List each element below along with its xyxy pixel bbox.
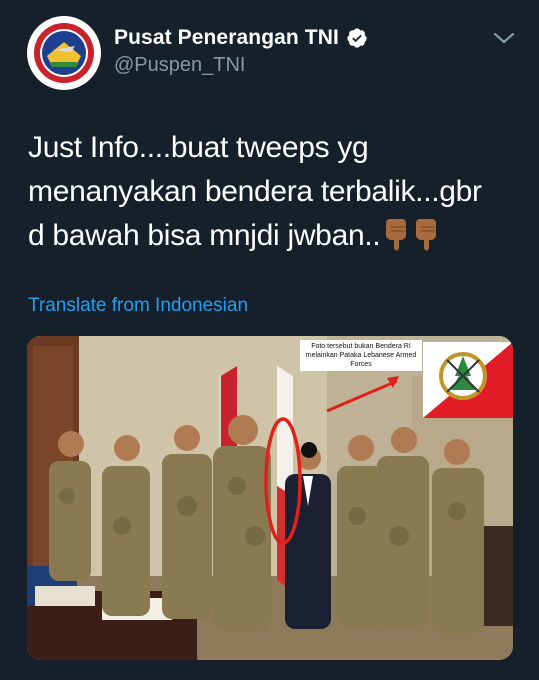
group-photo-image (27, 336, 513, 660)
user-handle[interactable]: @Puspen_TNI (114, 54, 245, 77)
caption-line: Foto tersebut bukan Bendera RI (311, 343, 411, 350)
tweet-text: Just Info....buat tweeps yg menanyakan b… (28, 126, 518, 258)
caption-line: melainkan Pataka Lebanese Armed (305, 352, 417, 359)
backhand-index-pointing-down-icon (416, 219, 437, 251)
tweet-text-line: menanyakan bendera terbalik...gbr (28, 175, 482, 208)
tweet-text-line: d bawah bisa mnjdi jwban.. (28, 214, 518, 258)
chevron-down-icon[interactable] (492, 28, 516, 48)
puspen-tni-logo-icon (29, 18, 99, 88)
tweet-photo[interactable]: Foto tersebut bukan Bendera RI melainkan… (27, 336, 513, 660)
caption-line: Forces (350, 361, 372, 368)
tweet-text-line: Just Info....buat tweeps yg (28, 131, 369, 164)
backhand-index-pointing-down-icon (386, 219, 407, 251)
verified-badge-icon (347, 28, 367, 48)
display-name[interactable]: Pusat Penerangan TNI (114, 26, 339, 50)
tweet-text-line-content: d bawah bisa mnjdi jwban.. (28, 219, 381, 252)
avatar[interactable] (27, 16, 101, 90)
translate-link[interactable]: Translate from Indonesian (28, 295, 248, 317)
photo-caption: Foto tersebut bukan Bendera RI melainkan… (300, 340, 422, 371)
